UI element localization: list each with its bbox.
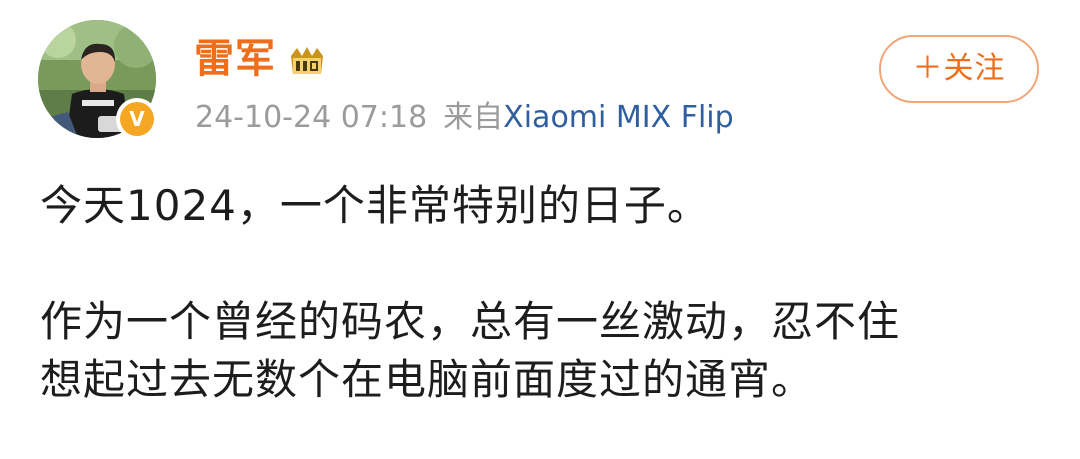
post-content: 今天1024，一个非常特别的日子。 作为一个曾经的码农，总有一丝激动，忍不住 想… xyxy=(40,177,1050,409)
source-prefix: 来自 xyxy=(443,100,504,135)
vip-badge-icon[interactable] xyxy=(288,44,326,78)
follow-button[interactable]: ＋关注 xyxy=(879,35,1039,103)
post-timestamp: 24-10-24 07:18 xyxy=(195,100,428,135)
source-device-link[interactable]: Xiaomi MIX Flip xyxy=(503,100,734,135)
post-text-line: 想起过去无数个在电脑前面度过的通宵。 xyxy=(40,355,815,404)
author-name[interactable]: 雷军 xyxy=(194,34,276,84)
post-text-line: 作为一个曾经的码农，总有一丝激动，忍不住 xyxy=(40,297,901,346)
post-meta: 24-10-24 07:18 来自Xiaomi MIX Flip xyxy=(195,98,734,138)
post-text-line: 今天1024，一个非常特别的日子。 xyxy=(40,181,710,230)
weibo-post: V 雷军 24-10-24 07:18 来自Xiaomi MIX Flip ＋关注… xyxy=(0,0,1080,459)
verified-badge-icon: V xyxy=(116,98,158,140)
